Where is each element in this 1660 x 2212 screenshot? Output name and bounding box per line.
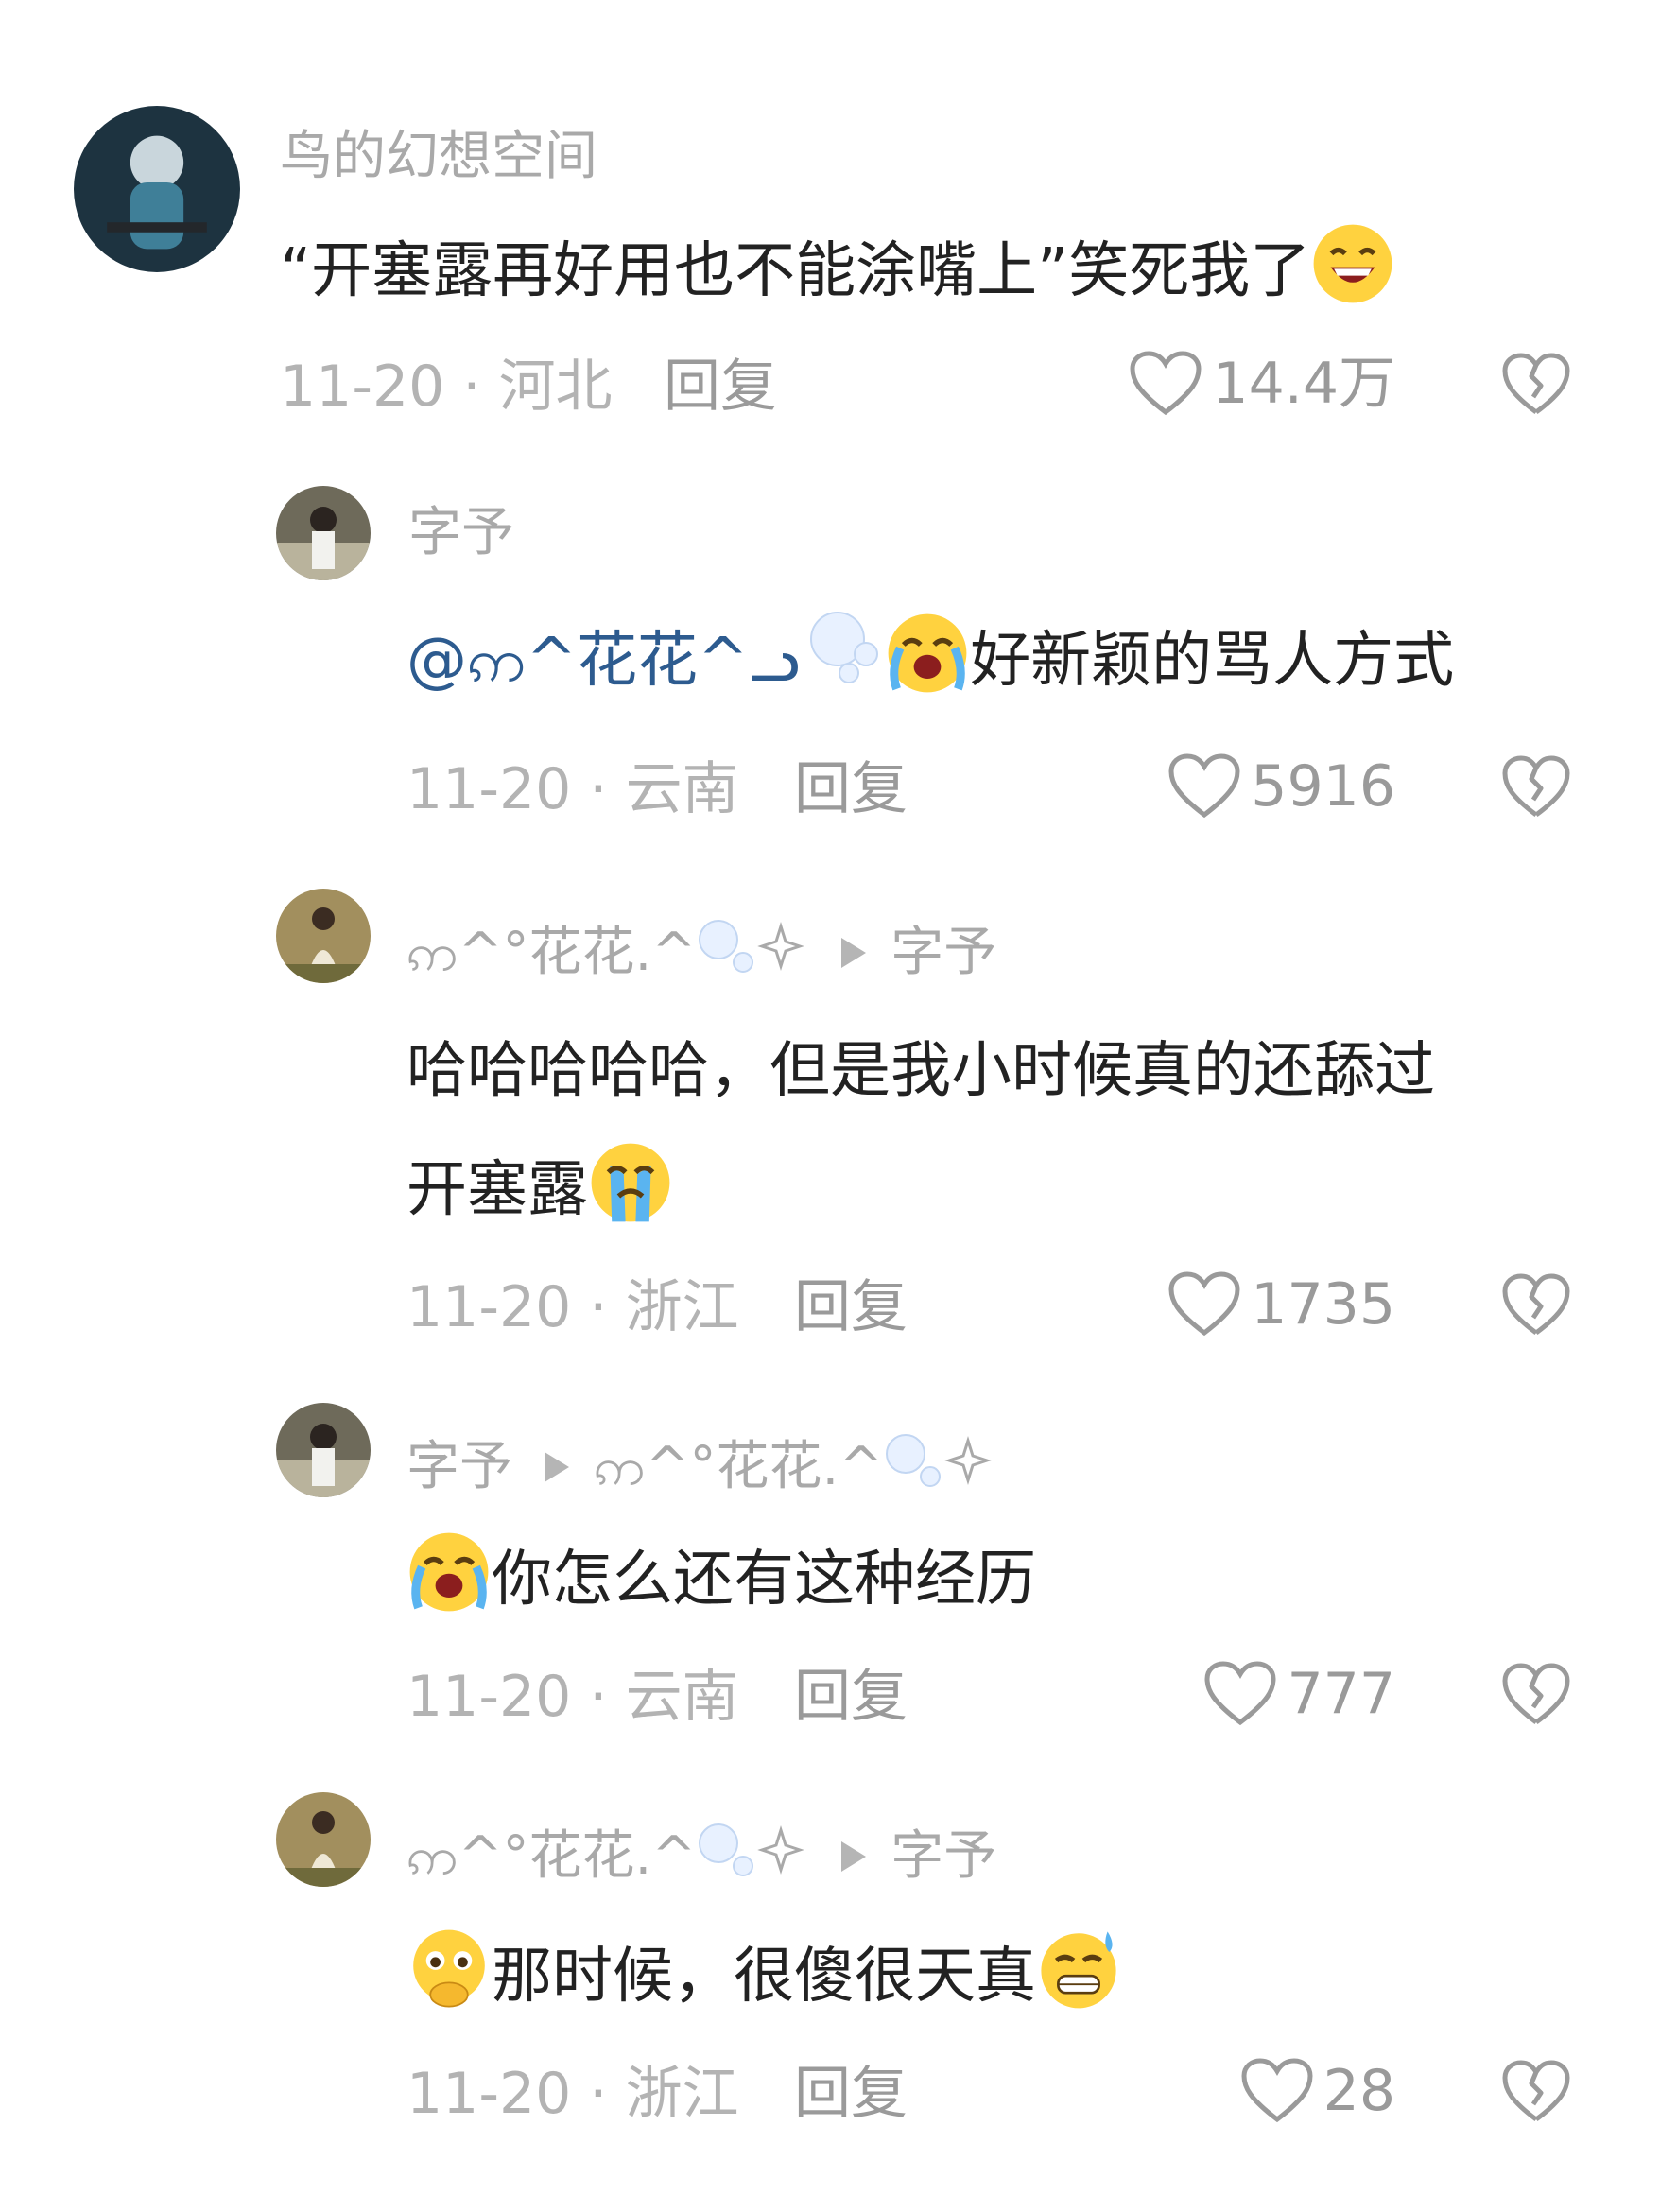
reply-button[interactable]: 回复	[794, 1664, 908, 1730]
like-count: 1735	[1251, 1271, 1395, 1338]
avatar[interactable]	[276, 1403, 371, 1497]
bubbles-icon	[696, 913, 809, 993]
username[interactable]: ဢ^°花花.^	[406, 1826, 696, 1887]
comment-text-line: 哈哈哈哈哈，但是我小时候真的还舔过	[406, 1036, 1435, 1106]
reply-to-username[interactable]: 字予	[891, 923, 996, 983]
username[interactable]: 字予	[408, 503, 514, 563]
reply-to-username[interactable]: ဢ^°花花.^	[594, 1437, 883, 1497]
comment-text: @ဢ^花花^ᓗ 好新颖的骂人方式	[406, 601, 1454, 726]
like-button[interactable]: 14.4万	[1129, 350, 1395, 418]
broken-heart-icon[interactable]	[1501, 2059, 1571, 2125]
pleading-hands-face-icon	[406, 1927, 492, 2012]
bubbles-icon	[883, 1427, 996, 1507]
reply-arrow-icon	[841, 938, 867, 968]
broken-heart-icon[interactable]	[1501, 352, 1571, 418]
comment-text: 那时候，很傻很天真	[406, 1917, 1121, 2036]
bubbles-icon	[800, 601, 885, 726]
broken-heart-icon[interactable]	[1501, 754, 1571, 821]
date-location: 11-20 · 云南	[406, 756, 739, 822]
comment-text-content: 好新颖的骂人方式	[970, 626, 1455, 696]
username[interactable]: 鸟的幻想空间	[280, 127, 597, 187]
heart-icon	[1168, 1271, 1240, 1337]
grimacing-sweat-face-icon	[1036, 1927, 1121, 2012]
comment-text-content: 那时候，很傻很天真	[492, 1942, 1036, 2012]
bubbles-icon	[696, 1817, 809, 1896]
avatar[interactable]	[276, 486, 371, 580]
comment-text: “开塞露再好用也不能涂嘴上”笑死我了	[280, 212, 1395, 331]
username-row: 字予 ဢ^°花花.^	[406, 1427, 996, 1507]
date-location: 11-20 · 浙江	[406, 1274, 739, 1340]
like-button[interactable]: 5916	[1167, 752, 1395, 821]
avatar[interactable]	[276, 1792, 371, 1887]
comment-text-content: 你怎么还有这种经历	[492, 1545, 1036, 1615]
broken-heart-icon[interactable]	[1501, 1272, 1571, 1339]
like-button[interactable]: 28	[1240, 2057, 1395, 2125]
like-button[interactable]: 1735	[1167, 1270, 1395, 1339]
reply-to-username[interactable]: 字予	[891, 1826, 996, 1887]
username-row: ဢ^°花花.^ 字予	[406, 913, 996, 993]
date-location: 11-20 · 云南	[406, 1664, 739, 1730]
loudly-crying-face-icon	[406, 1529, 492, 1615]
comment-text-line-2: 开塞露	[406, 1131, 1435, 1250]
reply-button[interactable]: 回复	[664, 354, 777, 420]
avatar[interactable]	[74, 106, 240, 272]
heart-icon	[1204, 1661, 1276, 1726]
like-count: 28	[1323, 2058, 1395, 2124]
like-count: 14.4万	[1212, 351, 1395, 417]
broken-heart-icon[interactable]	[1501, 1662, 1571, 1728]
like-count: 5916	[1251, 753, 1395, 820]
date-location: 11-20 · 浙江	[406, 2061, 739, 2127]
date-location: 11-20 · 河北	[280, 354, 613, 420]
comment-text-content: “开塞露再好用也不能涂嘴上”笑死我了	[280, 236, 1311, 306]
crying-face-icon	[588, 1140, 673, 1225]
comment-text: 你怎么还有这种经历	[406, 1520, 1036, 1639]
loudly-crying-face-icon	[885, 611, 970, 696]
reply-button[interactable]: 回复	[794, 2061, 908, 2127]
heart-icon	[1130, 351, 1202, 416]
comment-text-content: 开塞露	[406, 1155, 588, 1225]
heart-icon	[1241, 2058, 1313, 2123]
mention-link[interactable]: @ဢ^花花^ᓗ	[406, 626, 800, 696]
reply-button[interactable]: 回复	[794, 1274, 908, 1340]
grinning-sweat-face-icon	[1310, 221, 1395, 306]
like-count: 777	[1287, 1661, 1395, 1727]
reply-arrow-icon	[545, 1452, 569, 1482]
reply-arrow-icon	[841, 1841, 867, 1872]
comment-text: 哈哈哈哈哈，但是我小时候真的还舔过 开塞露	[406, 1011, 1435, 1250]
heart-icon	[1168, 753, 1240, 819]
like-button[interactable]: 777	[1203, 1660, 1395, 1728]
reply-button[interactable]: 回复	[794, 756, 908, 822]
username[interactable]: ဢ^°花花.^	[406, 923, 696, 983]
username-row: ဢ^°花花.^ 字予	[406, 1817, 996, 1896]
avatar[interactable]	[276, 889, 371, 983]
username[interactable]: 字予	[406, 1437, 512, 1497]
